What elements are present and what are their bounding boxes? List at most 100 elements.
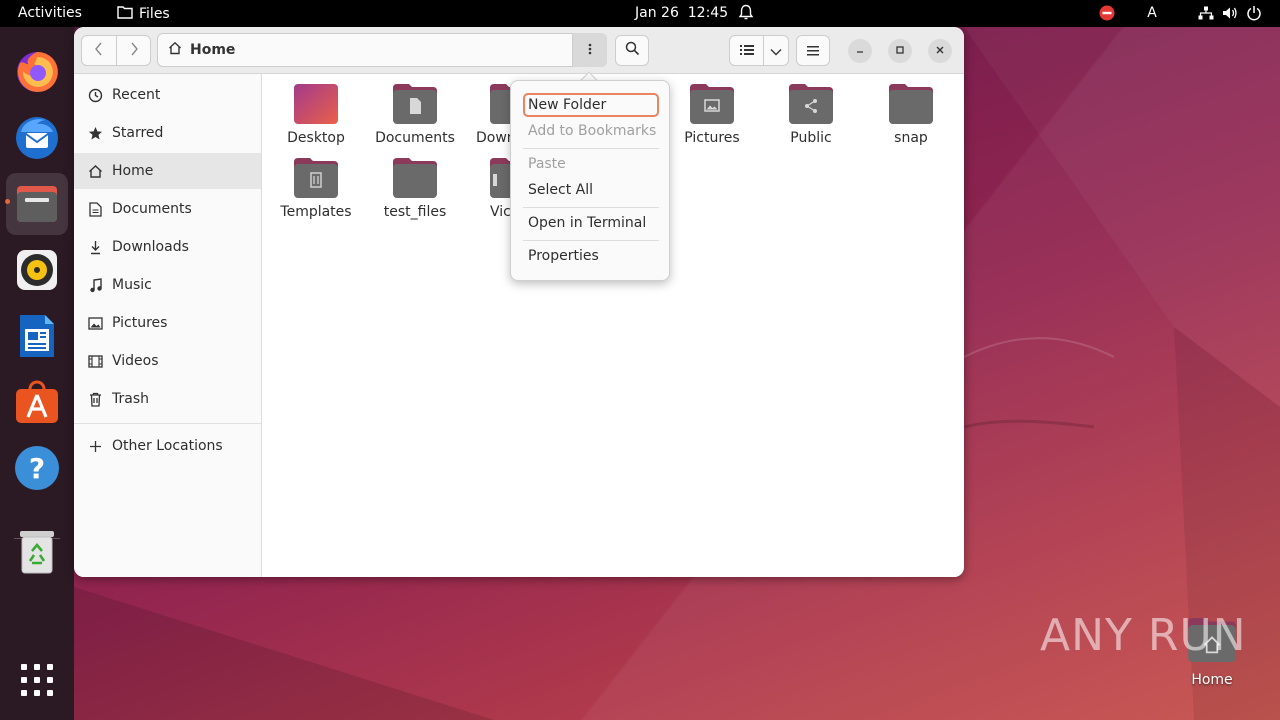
file-label: Down [476,130,510,146]
view-options-button[interactable] [763,35,789,66]
dock-software[interactable] [6,371,68,433]
path-bar[interactable]: Home [157,33,607,67]
dock-files[interactable] [6,173,68,235]
desktop-folder-icon [294,84,338,124]
file-item-videos[interactable]: Vic [466,158,510,226]
file-item-documents[interactable]: Documents [367,84,463,152]
bell-icon[interactable] [738,4,754,25]
menu-item-open-in-terminal[interactable]: Open in Terminal [523,211,659,235]
file-item-test-files[interactable]: test_files [367,158,463,226]
power-icon[interactable] [1246,4,1262,22]
firefox-icon [17,51,58,92]
rhythmbox-icon [17,250,57,290]
svg-text:?: ? [29,452,45,485]
close-button[interactable] [928,39,952,63]
sidebar: Recent Starred Home Documents Downloads … [74,74,262,577]
documents-folder-icon [393,84,437,124]
pictures-folder-icon [690,84,734,124]
dock-writer[interactable] [6,305,68,367]
hamburger-menu-icon [807,41,819,60]
file-item-pictures[interactable]: Pictures [664,84,760,152]
menu-separator [523,207,659,208]
dock-rhythmbox[interactable] [6,239,68,301]
forward-button[interactable] [116,35,151,66]
file-item-public[interactable]: Public [763,84,859,152]
dock-thunderbird[interactable] [6,107,68,169]
path-menu-button[interactable] [572,33,607,67]
sidebar-item-recent[interactable]: Recent [74,77,261,113]
path-label: Home [190,42,236,58]
sidebar-item-label: Pictures [112,315,168,331]
network-icon[interactable] [1198,4,1214,22]
search-button[interactable] [615,35,649,66]
file-label: snap [894,130,928,146]
minimize-button[interactable] [848,39,872,63]
main-menu-button[interactable] [796,35,830,66]
menu-item-select-all[interactable]: Select All [523,178,659,202]
sidebar-item-label: Starred [112,125,164,141]
list-view-button[interactable] [729,35,764,66]
volume-icon[interactable] [1222,4,1238,22]
menu-item-properties[interactable]: Properties [523,244,659,268]
file-label: Desktop [287,130,345,146]
file-item-templates[interactable]: Templates [268,158,364,226]
file-label: Vic [490,204,510,220]
sidebar-item-label: Home [112,163,154,179]
videos-folder-icon [490,158,510,198]
sidebar-item-trash[interactable]: Trash [74,381,261,417]
app-name: Files [139,6,170,22]
sidebar-separator [74,423,261,424]
downloads-folder-icon [490,84,510,124]
file-item-downloads[interactable]: Down [466,84,510,152]
folder-context-menu: New Folder Add to Bookmarks Paste Select… [510,80,670,281]
chevron-left-icon [94,41,104,60]
top-bar: Activities Files Jan 26 12:45 A [0,0,1280,27]
picture-icon [87,315,104,332]
dock-show-apps[interactable] [6,649,68,711]
writer-icon [20,315,54,357]
sidebar-item-other-locations[interactable]: Other Locations [74,428,261,464]
dock: ? [0,27,74,720]
dock-help[interactable]: ? [6,437,68,499]
help-icon: ? [15,446,59,490]
back-button[interactable] [81,35,117,66]
trash-icon [20,531,54,574]
activities-button[interactable]: Activities [18,5,82,21]
menu-item-paste: Paste [528,156,566,172]
sidebar-item-downloads[interactable]: Downloads [74,229,261,265]
system-tray[interactable]: A [1098,4,1280,22]
thunderbird-icon [16,117,58,159]
app-menu[interactable]: Files [117,5,170,23]
sidebar-item-documents[interactable]: Documents [74,191,261,227]
menu-separator [523,240,659,241]
menu-item-add-to-bookmarks: Add to Bookmarks [528,123,657,139]
clock[interactable]: Jan 26 12:45 [635,5,728,21]
keyboard-layout-indicator[interactable]: A [1144,4,1160,22]
sidebar-item-label: Music [112,277,152,293]
desktop-home-label: Home [1191,672,1233,688]
sidebar-item-videos[interactable]: Videos [74,343,261,379]
file-item-desktop[interactable]: Desktop [268,84,364,152]
plus-icon [87,438,104,455]
more-vertical-icon [588,41,592,60]
sidebar-item-label: Recent [112,87,161,103]
app-grid-icon [21,664,53,696]
sidebar-item-starred[interactable]: Starred [74,115,261,151]
music-icon [87,277,104,294]
search-icon [625,41,640,60]
dock-trash[interactable] [6,521,68,583]
sidebar-item-label: Trash [112,391,149,407]
chevron-down-icon [770,41,782,60]
sidebar-item-pictures[interactable]: Pictures [74,305,261,341]
maximize-icon [895,44,905,58]
dock-firefox[interactable] [6,41,68,103]
time-label: 12:45 [687,5,729,21]
maximize-button[interactable] [888,39,912,63]
sidebar-item-home[interactable]: Home [74,153,261,189]
file-item-snap[interactable]: snap [863,84,959,152]
menu-item-new-folder[interactable]: New Folder [523,93,659,117]
sidebar-item-music[interactable]: Music [74,267,261,303]
folder-icon [117,5,133,23]
file-label: test_files [383,204,447,220]
do-not-disturb-icon[interactable] [1098,4,1116,22]
